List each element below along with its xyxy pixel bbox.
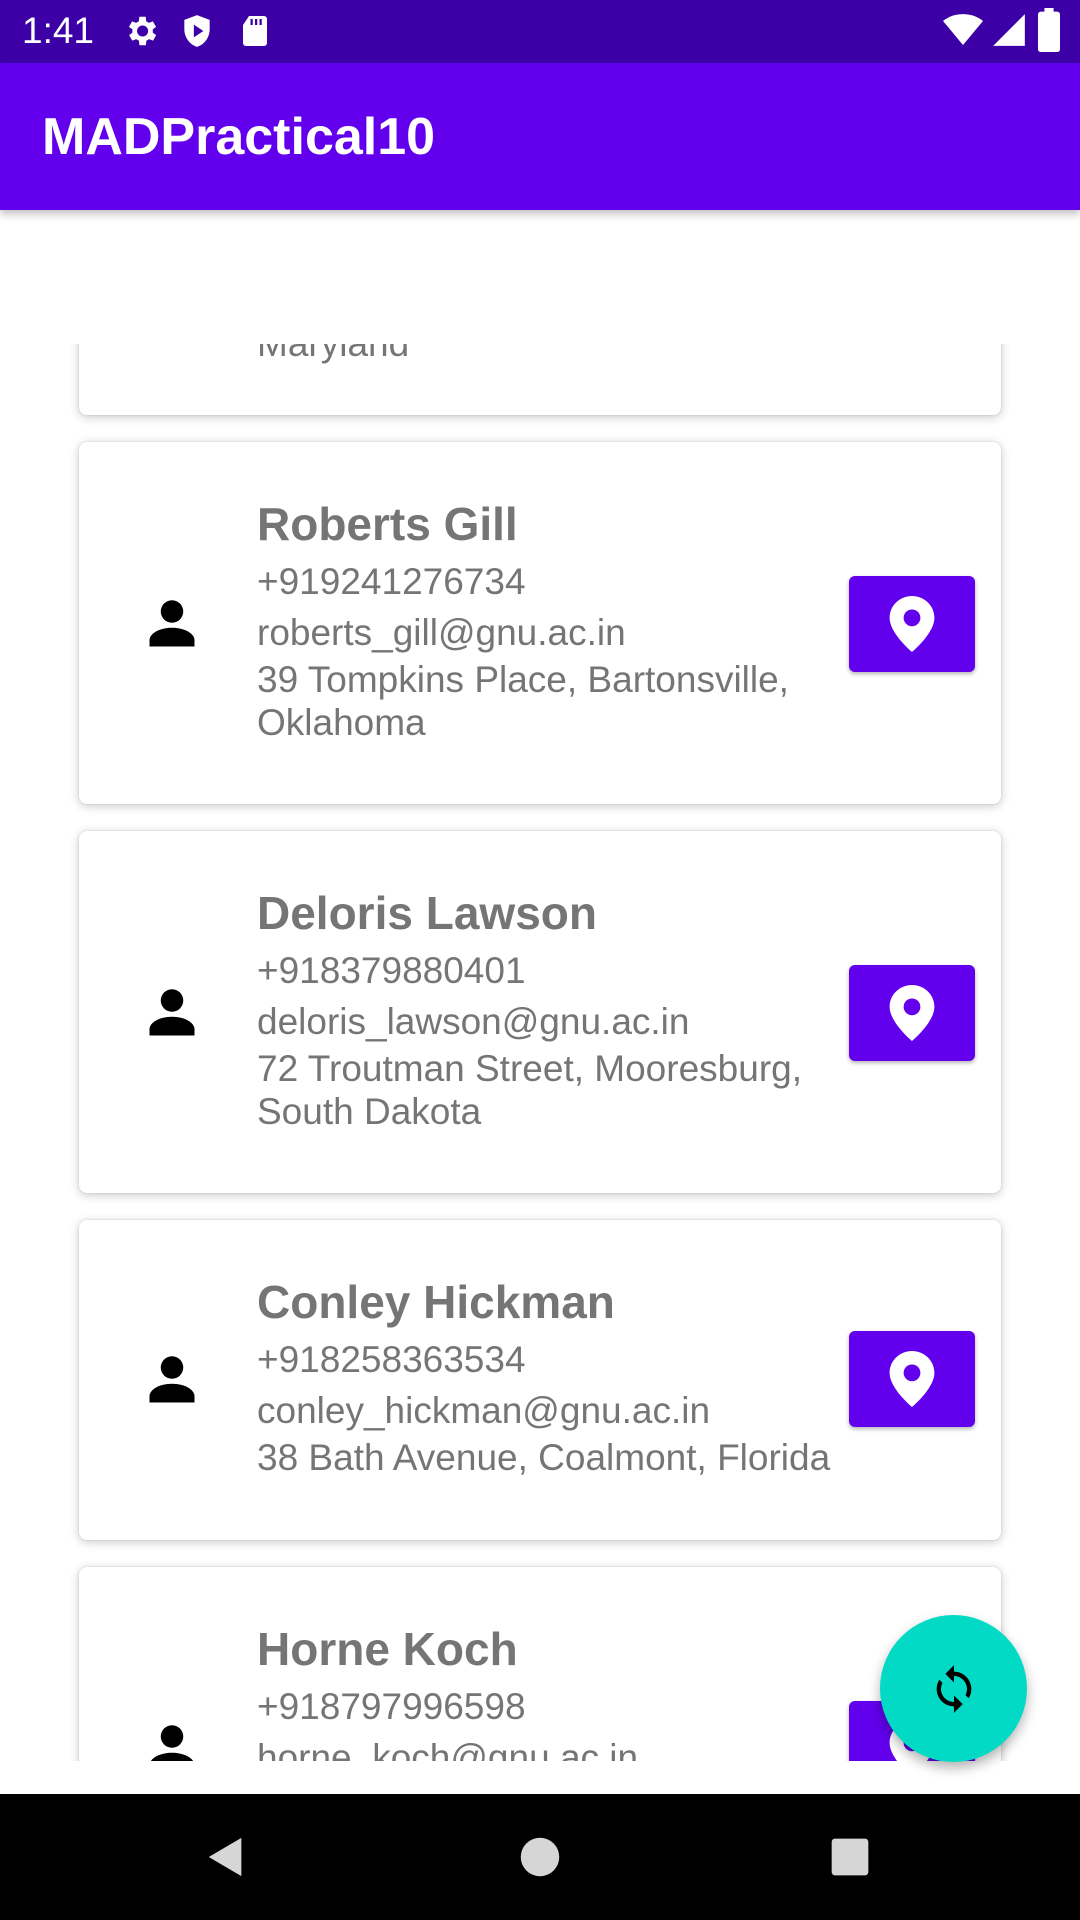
contact-card[interactable]: Deloris Lawson +918379880401 deloris_law… [79, 831, 1001, 1193]
contact-name: Roberts Gill [257, 498, 518, 550]
person-icon [142, 594, 202, 659]
contact-card[interactable]: Roberts Gill +919241276734 roberts_gill@… [79, 442, 1001, 804]
app-bar: MADPractical10 [0, 63, 1080, 210]
screen: 1:41 MADPractical10 Maryland [0, 0, 1080, 1920]
settings-icon [122, 12, 160, 55]
battery-icon [1038, 8, 1060, 57]
map-pin-icon [889, 985, 935, 1041]
contact-address: 39 Tompkins Place, Bartonsville, Oklahom… [257, 659, 789, 743]
navigation-bar [0, 1794, 1080, 1920]
contact-phone: +918258363534 [257, 1339, 526, 1380]
person-icon [142, 1719, 202, 1761]
map-button[interactable] [849, 576, 975, 672]
contact-address: 38 Bath Avenue, Coalmont, Florida [257, 1437, 831, 1478]
contact-address: 72 Troutman Street, Mooresburg, South Da… [257, 1048, 802, 1132]
contact-name: Conley Hickman [257, 1276, 615, 1328]
back-icon [208, 1837, 242, 1877]
map-pin-icon [889, 1351, 935, 1407]
contact-address: Maryland [257, 344, 409, 365]
map-button[interactable] [849, 965, 975, 1061]
map-pin-icon [889, 596, 935, 652]
cell-signal-icon [990, 10, 1028, 55]
app-title: MADPractical10 [42, 108, 436, 166]
recents-icon [831, 1838, 869, 1876]
contact-card[interactable]: Conley Hickman +918258363534 conley_hick… [79, 1220, 1001, 1540]
contact-card[interactable]: Horne Koch +918797996598 horne_koch@gnu.… [79, 1567, 1001, 1761]
contact-phone: +919241276734 [257, 561, 526, 602]
wifi-icon [942, 10, 984, 55]
home-button[interactable] [500, 1794, 580, 1920]
contact-phone: +918379880401 [257, 950, 526, 991]
contact-email: deloris_lawson@gnu.ac.in [257, 1001, 690, 1042]
contact-name: Horne Koch [257, 1623, 518, 1675]
person-icon [142, 1350, 202, 1415]
map-button[interactable] [849, 1331, 975, 1427]
shield-play-icon [178, 12, 216, 55]
refresh-fab[interactable] [880, 1615, 1027, 1762]
contact-list[interactable]: Maryland Roberts Gill +919241276734 robe… [0, 344, 1080, 1761]
contact-email: conley_hickman@gnu.ac.in [257, 1390, 711, 1431]
home-icon [520, 1837, 560, 1877]
contact-card[interactable]: Maryland [79, 344, 1001, 415]
contact-phone: +918797996598 [257, 1686, 526, 1727]
refresh-icon [936, 1664, 971, 1713]
sd-card-icon [237, 12, 273, 55]
person-icon [142, 983, 202, 1048]
status-bar: 1:41 [0, 0, 1080, 63]
recents-button[interactable] [810, 1794, 890, 1920]
contact-name: Deloris Lawson [257, 887, 597, 939]
back-button[interactable] [190, 1794, 262, 1920]
status-time: 1:41 [22, 10, 95, 51]
contact-email: roberts_gill@gnu.ac.in [257, 612, 626, 653]
contact-email: horne_koch@gnu.ac.in [257, 1737, 639, 1761]
